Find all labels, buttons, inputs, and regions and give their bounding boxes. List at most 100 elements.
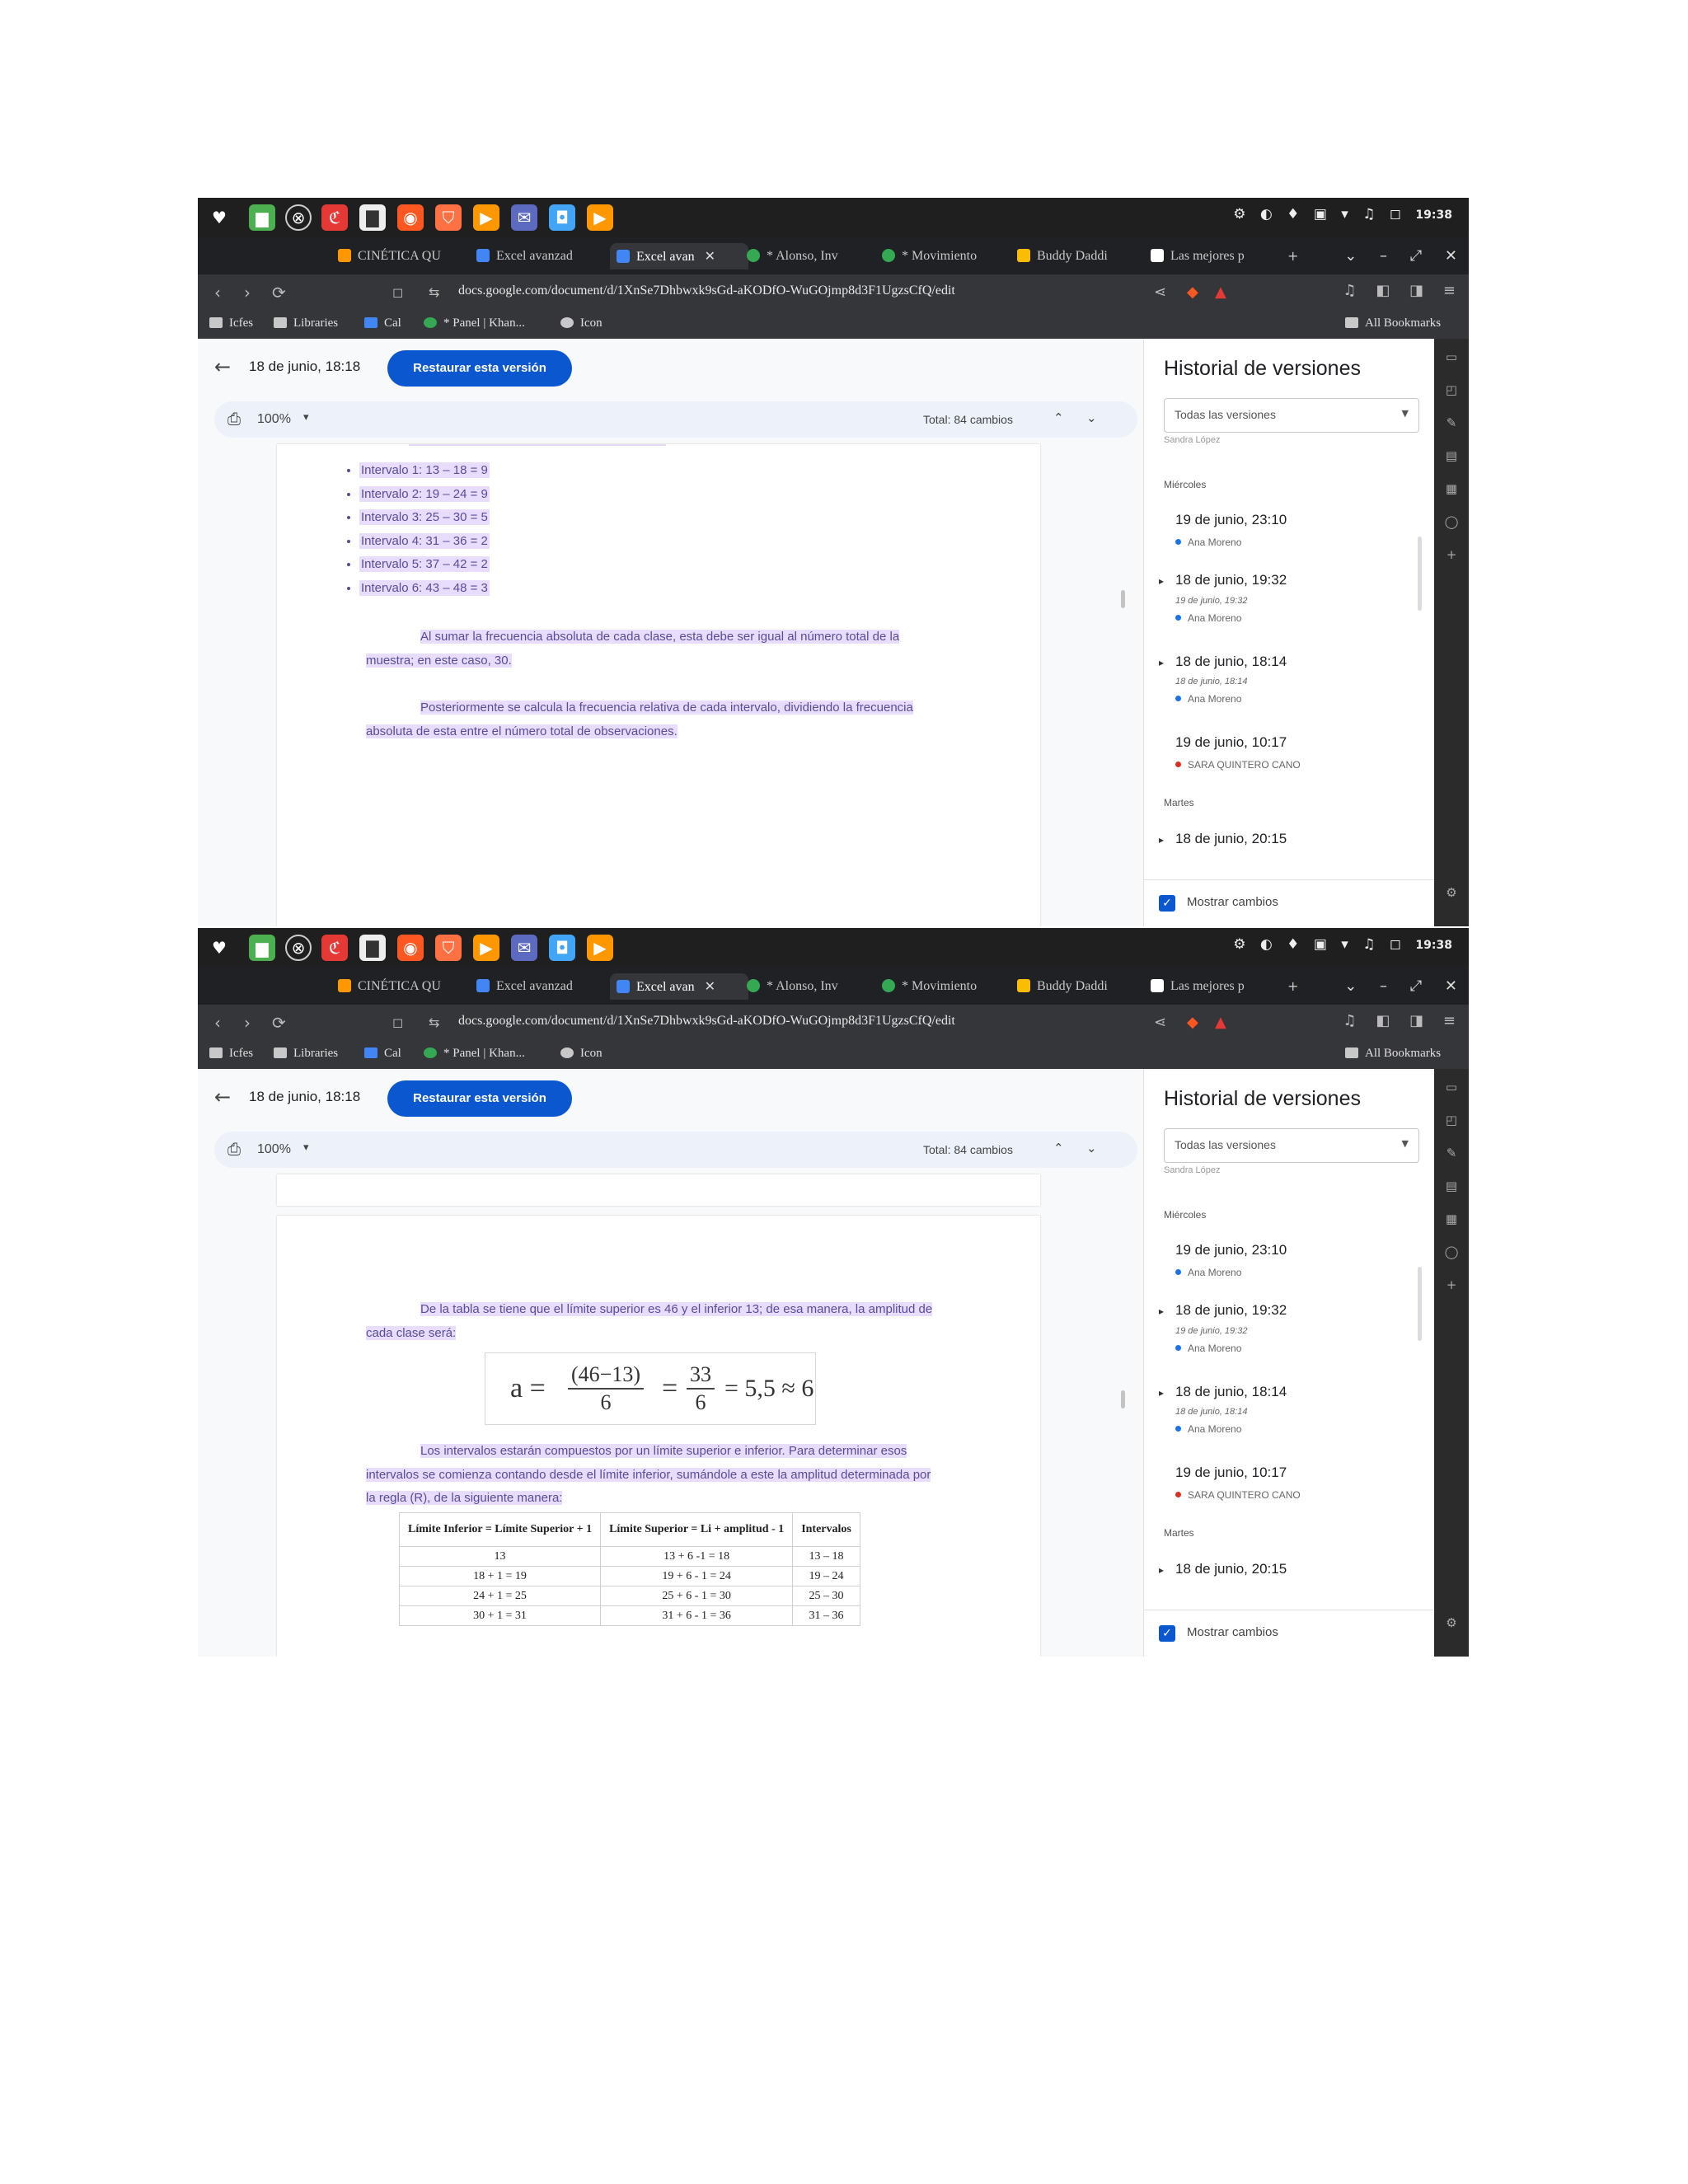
brave-shield-icon[interactable]: ◆ — [1187, 1011, 1198, 1034]
circle-icon[interactable]: ◯ — [1443, 1244, 1460, 1260]
expand-arrow-icon[interactable]: ▸ — [1159, 1305, 1164, 1317]
grid-icon[interactable]: ▦ — [1443, 480, 1460, 497]
version-entry-date[interactable]: 19 de junio, 23:10 — [1175, 512, 1287, 528]
panel-icon[interactable]: ▭ — [1443, 349, 1460, 365]
version-entry-date[interactable]: 19 de junio, 23:10 — [1175, 1242, 1287, 1258]
close-window-icon[interactable]: ✕ — [1445, 247, 1457, 265]
menu-icon[interactable]: ≡ — [1443, 1012, 1456, 1029]
all-bookmarks[interactable]: All Bookmarks — [1345, 316, 1441, 330]
url-field[interactable]: docs.google.com/document/d/1XnSe7Dhbwxk9… — [458, 284, 955, 298]
tab-mejores[interactable]: Las mejores p — [1151, 243, 1274, 269]
next-change-icon[interactable]: ⌄ — [1086, 410, 1097, 425]
document-app-icon[interactable]: ▇ — [359, 204, 386, 231]
next-change-icon[interactable]: ⌄ — [1086, 1141, 1097, 1155]
slides-app-icon[interactable]: ▶ — [587, 204, 613, 231]
version-entry-date[interactable]: 18 de junio, 19:32 — [1175, 572, 1287, 588]
play-app-icon[interactable]: ▶ — [473, 935, 499, 961]
app-orange-icon[interactable]: ◉ — [397, 935, 424, 961]
tab-excel-active[interactable]: Excel avan ✕ — [610, 973, 748, 1000]
version-entry-date[interactable]: 19 de junio, 10:17 — [1175, 734, 1287, 751]
wallet-icon[interactable]: ◨ — [1409, 1012, 1423, 1029]
camera-app-icon[interactable]: ◘ — [549, 204, 575, 231]
version-filter-select[interactable]: Todas las versiones ▼ — [1164, 1128, 1419, 1163]
expand-arrow-icon[interactable]: ▸ — [1159, 1564, 1164, 1576]
restore-version-button[interactable]: Restaurar esta versión — [387, 350, 572, 387]
bookmark-libraries[interactable]: Libraries — [274, 316, 338, 330]
tab-search-icon[interactable]: ⌄ — [1344, 247, 1357, 265]
site-info-icon[interactable]: ⇆ — [429, 281, 439, 304]
tab-buddy[interactable]: Buddy Daddi — [1017, 243, 1141, 269]
tab-alonso[interactable]: * Alonso, Inv — [747, 973, 870, 1000]
tab-excel-1[interactable]: Excel avanzad — [476, 973, 602, 1000]
panel-scrollbar[interactable] — [1418, 537, 1422, 611]
version-entry-date[interactable]: 18 de junio, 20:15 — [1175, 1561, 1287, 1577]
version-filter-select[interactable]: Todas las versiones ▼ — [1164, 398, 1419, 433]
rewards-icon[interactable]: ▲ — [1215, 281, 1226, 304]
panel-icon[interactable]: ▭ — [1443, 1079, 1460, 1095]
expand-arrow-icon[interactable]: ▸ — [1159, 1387, 1164, 1399]
play-app-icon[interactable]: ▶ — [473, 204, 499, 231]
media-icon[interactable]: ♫ — [1343, 282, 1357, 299]
sidebar-icon[interactable]: ◧ — [1376, 282, 1390, 299]
panel-scrollbar[interactable] — [1418, 1267, 1422, 1341]
zoom-select[interactable]: 100% — [257, 412, 291, 427]
bookmark-page-icon[interactable]: ◻ — [392, 281, 403, 304]
version-entry-date[interactable]: 18 de junio, 18:14 — [1175, 1384, 1287, 1400]
print-icon[interactable]: ⎙ — [227, 1139, 241, 1159]
files-icon[interactable]: ▆ — [249, 935, 275, 961]
circle-icon[interactable]: ◯ — [1443, 513, 1460, 530]
close-tab-icon[interactable]: ✕ — [705, 978, 715, 994]
new-tab-button[interactable]: + — [1287, 243, 1307, 269]
bookmark-icfes[interactable]: Icfes — [209, 316, 253, 330]
bookmark-page-icon[interactable]: ◻ — [392, 1011, 403, 1034]
grid-icon[interactable]: ▦ — [1443, 1211, 1460, 1227]
bookmark-libraries[interactable]: Libraries — [274, 1047, 338, 1061]
share-icon[interactable]: ⋖ — [1154, 1011, 1166, 1034]
back-icon[interactable]: ‹ — [214, 1011, 221, 1034]
tab-cinetica[interactable]: CINÉTICA QU — [338, 243, 462, 269]
tab-excel-active[interactable]: Excel avan ✕ — [610, 243, 748, 269]
chrome-icon[interactable]: ⊗ — [285, 204, 312, 231]
camera-app-icon[interactable]: ◘ — [549, 935, 575, 961]
back-icon[interactable]: ‹ — [214, 281, 221, 304]
back-arrow-icon[interactable]: ← — [214, 355, 231, 378]
gear-icon[interactable]: ⚙ — [1443, 1615, 1460, 1631]
chrome-icon[interactable]: ⊗ — [285, 935, 312, 961]
sidebar-icon[interactable]: ◧ — [1376, 1012, 1390, 1029]
forward-icon[interactable]: › — [244, 281, 251, 304]
show-changes-checkbox[interactable]: ✓ — [1159, 1625, 1175, 1642]
share-icon[interactable]: ⋖ — [1154, 281, 1166, 304]
tab-excel-1[interactable]: Excel avanzad — [476, 243, 602, 269]
tab-cinetica[interactable]: CINÉTICA QU — [338, 973, 462, 1000]
slides-app-icon[interactable]: ▶ — [587, 935, 613, 961]
version-entry-date[interactable]: 18 de junio, 20:15 — [1175, 831, 1287, 847]
media-icon[interactable]: ♫ — [1343, 1012, 1357, 1029]
brave-icon[interactable]: ⛉ — [435, 935, 462, 961]
app-red-icon[interactable]: ℭ — [321, 935, 348, 961]
minimize-icon[interactable]: – — [1380, 247, 1387, 265]
minimize-icon[interactable]: – — [1380, 977, 1387, 995]
heart-icon[interactable]: ♥ — [206, 935, 232, 961]
system-tray[interactable]: ⚙ ◐ ♦ ▣ ▾ ♫ ◻ 19:38 — [1223, 206, 1452, 223]
doc-scrollbar[interactable] — [1121, 1390, 1125, 1408]
print-icon[interactable]: ⎙ — [227, 409, 241, 429]
expand-arrow-icon[interactable]: ▸ — [1159, 834, 1164, 846]
tab-mejores[interactable]: Las mejores p — [1151, 973, 1274, 1000]
notes-icon[interactable]: ▤ — [1443, 1178, 1460, 1194]
system-tray[interactable]: ⚙ ◐ ♦ ▣ ▾ ♫ ◻ 19:38 — [1223, 936, 1452, 953]
previous-change-icon[interactable]: ⌃ — [1053, 1141, 1064, 1155]
previous-change-icon[interactable]: ⌃ — [1053, 410, 1064, 425]
version-entry-date[interactable]: 19 de junio, 10:17 — [1175, 1465, 1287, 1481]
reader-icon[interactable]: ◰ — [1443, 1112, 1460, 1128]
url-field[interactable]: docs.google.com/document/d/1XnSe7Dhbwxk9… — [458, 1014, 955, 1029]
bookmark-khan[interactable]: * Panel | Khan... — [424, 1047, 525, 1061]
close-window-icon[interactable]: ✕ — [1445, 977, 1457, 995]
bookmark-cal[interactable]: Cal — [364, 1047, 401, 1061]
reader-icon[interactable]: ◰ — [1443, 382, 1460, 398]
add-icon[interactable]: + — [1443, 1277, 1460, 1293]
back-arrow-icon[interactable]: ← — [214, 1085, 231, 1108]
mail-app-icon[interactable]: ✉ — [511, 935, 537, 961]
brave-shield-icon[interactable]: ◆ — [1187, 281, 1198, 304]
menu-icon[interactable]: ≡ — [1443, 282, 1456, 299]
chevron-down-icon[interactable]: ▾ — [303, 411, 309, 424]
